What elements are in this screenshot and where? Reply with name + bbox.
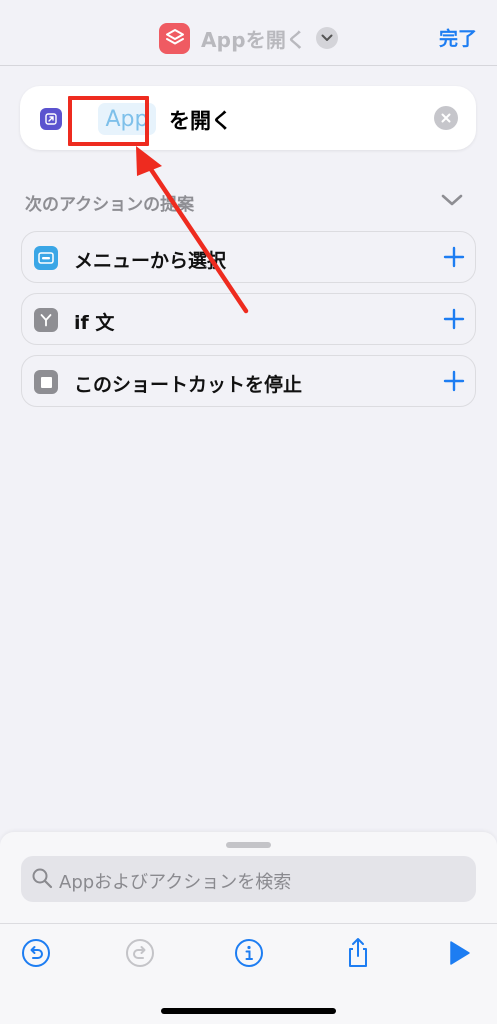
suggestion-item-menu[interactable]: メニューから選択 (21, 231, 476, 283)
done-button[interactable]: 完了 (439, 24, 477, 51)
shortcut-title: Appを開く (201, 27, 307, 52)
search-input[interactable]: Appおよびアクションを検索 (21, 856, 476, 902)
plus-icon[interactable] (442, 307, 466, 335)
plus-icon[interactable] (442, 369, 466, 397)
shortcut-title-menu[interactable]: Appを開く (159, 22, 339, 54)
home-indicator (161, 1008, 336, 1014)
suggestions-header: 次のアクションの提案 (25, 195, 195, 215)
redo-icon[interactable] (125, 938, 155, 968)
search-icon (31, 867, 53, 893)
if-branch-icon (34, 308, 58, 332)
sheet-grabber[interactable] (226, 842, 271, 848)
suggestion-label: このショートカットを停止 (74, 374, 303, 396)
play-icon[interactable] (444, 938, 474, 968)
action-label: を開く (169, 109, 232, 133)
shortcuts-layers-icon (159, 22, 190, 54)
action-library-sheet: Appおよびアクションを検索 (0, 832, 497, 1024)
suggestion-item-if[interactable]: if 文 (21, 293, 476, 345)
chevron-down-icon[interactable] (316, 27, 339, 49)
open-app-icon (40, 108, 62, 130)
info-icon[interactable] (234, 938, 264, 968)
annotation-highlight-box (68, 96, 149, 146)
suggestion-label: if 文 (74, 312, 115, 334)
clear-circle-icon[interactable] (434, 106, 458, 130)
undo-icon[interactable] (21, 938, 51, 968)
suggestion-label: メニューから選択 (74, 250, 227, 272)
shortcut-editor-screen: Appを開く 完了 App を開く 次のアクションの提案 メニューから選択 if… (0, 0, 497, 1024)
suggestion-item-stop[interactable]: このショートカットを停止 (21, 355, 476, 407)
divider (0, 923, 497, 924)
stop-square-icon (34, 370, 58, 394)
share-icon[interactable] (343, 938, 373, 968)
plus-icon[interactable] (442, 245, 466, 273)
chevron-down-icon[interactable] (440, 192, 464, 212)
search-placeholder: Appおよびアクションを検索 (59, 872, 292, 893)
navigation-bar: Appを開く 完了 (0, 0, 497, 66)
menu-choose-icon (34, 246, 58, 270)
